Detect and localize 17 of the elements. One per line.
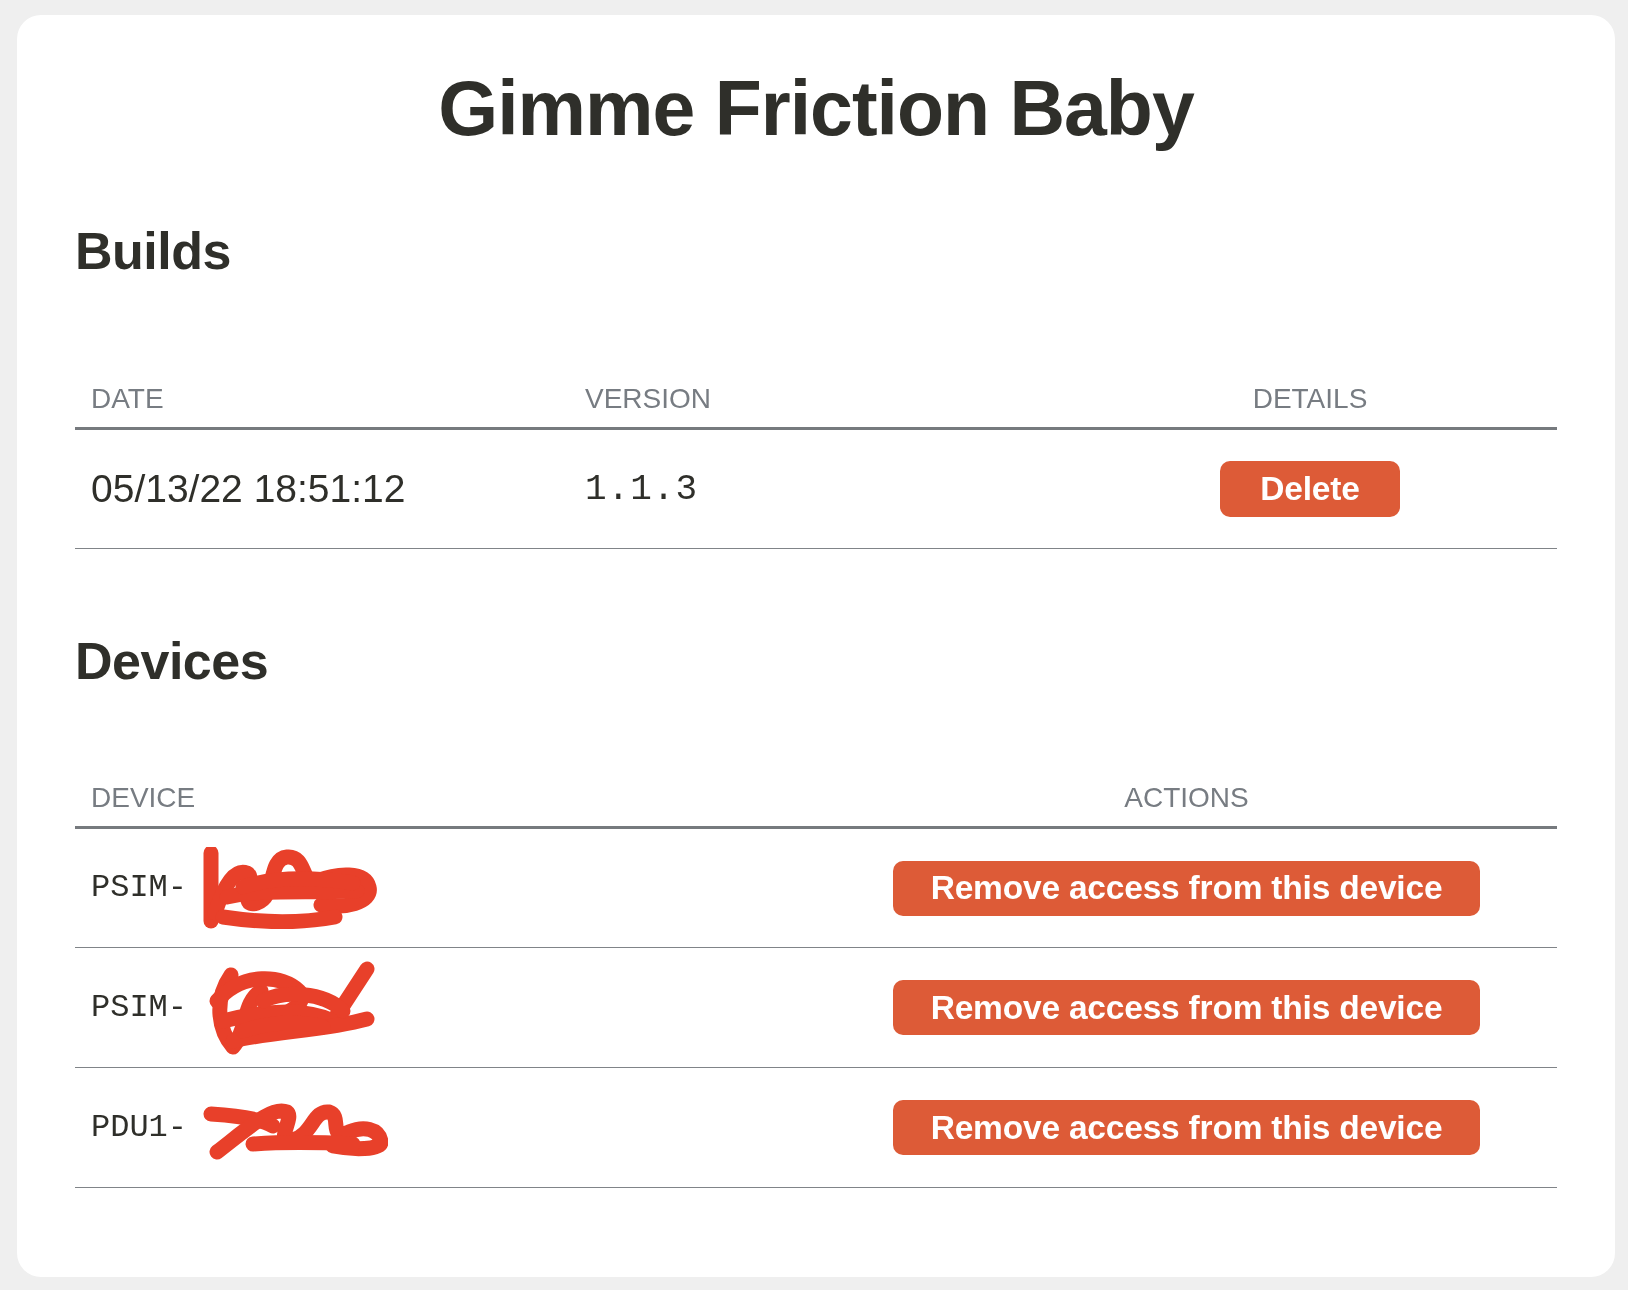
column-header: ACTIONS [816, 766, 1557, 828]
column-header: DEVICE [75, 766, 816, 828]
delete-button[interactable]: Delete [1220, 461, 1400, 518]
version-number: 1.1.3 [569, 428, 1063, 549]
device-name: PSIM- [91, 988, 187, 1026]
column-header: DETAILS [1063, 367, 1557, 429]
section-heading: Builds [75, 221, 232, 283]
device-name: PSIM- [91, 869, 187, 907]
device-name: PDU1- [91, 1108, 187, 1146]
page-title: Gimme Friction Baby [437, 64, 1196, 153]
column-header: DATE [75, 367, 569, 429]
remove-access-button[interactable]: Remove access from this device [892, 1100, 1481, 1156]
remove-access-button[interactable]: Remove access from this device [892, 980, 1481, 1036]
remove-access-button[interactable]: Remove access from this device [892, 860, 1481, 916]
build-date: 05/13/22 18:51:12 [75, 428, 569, 549]
section-heading: Devices [75, 631, 270, 693]
column-header: VERSION [569, 367, 1063, 429]
